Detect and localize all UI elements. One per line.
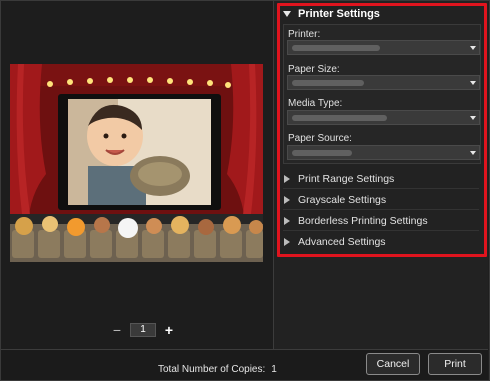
layout-preview-image [10,64,263,262]
theater-scene-illustration [10,64,263,262]
total-copies-label: Total Number of Copies: [158,364,266,375]
total-copies: Total Number of Copies: 1 [158,364,277,375]
cancel-button[interactable]: Cancel [366,353,420,375]
zoom-controls: − 1 + [112,322,174,338]
page-number-field[interactable]: 1 [130,323,156,337]
zoom-in-button[interactable]: + [164,323,174,337]
zoom-out-button[interactable]: − [112,323,122,337]
total-copies-value: 1 [271,364,277,375]
print-button[interactable]: Print [428,353,482,375]
highlight-annotation-frame [277,3,487,257]
